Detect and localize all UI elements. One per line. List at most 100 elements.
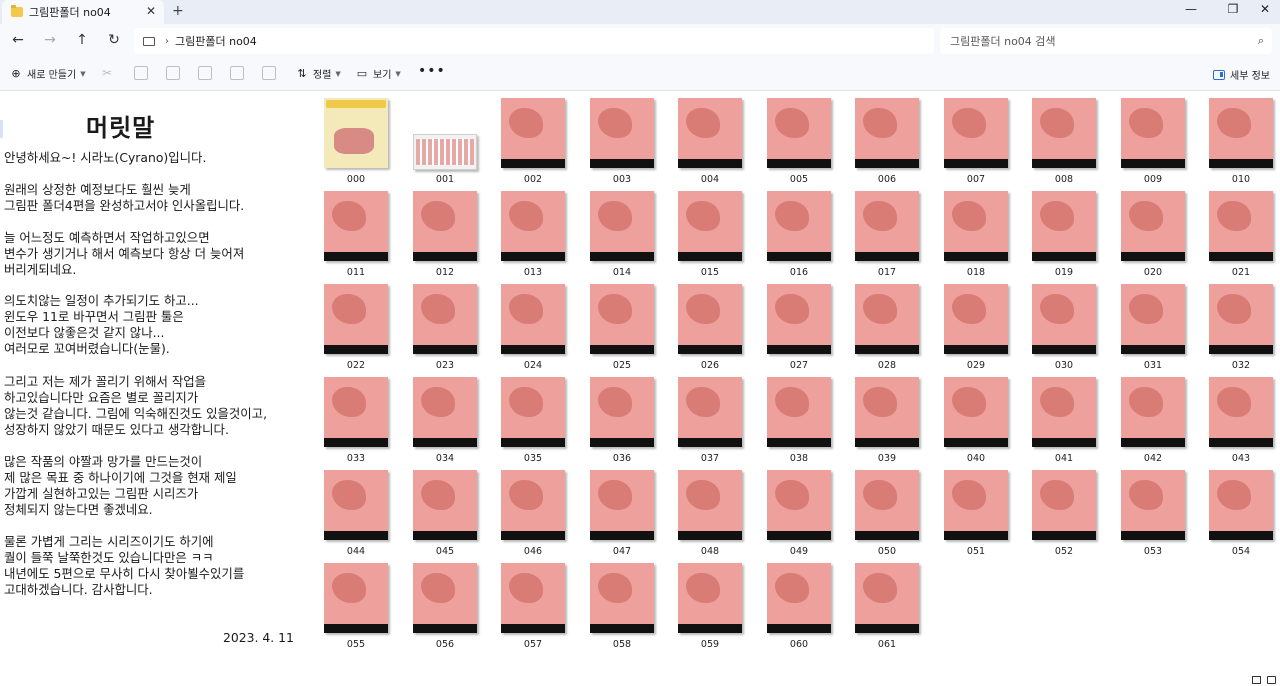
details-view-toggle[interactable]: [1252, 676, 1261, 684]
new-tab-button[interactable]: +: [172, 3, 184, 19]
file-thumbnail[interactable]: 031: [1115, 280, 1203, 374]
chevron-right-icon[interactable]: ›: [165, 36, 169, 47]
breadcrumb[interactable]: 그림판폴더 no04: [175, 33, 257, 49]
file-thumbnail[interactable]: 009: [1115, 94, 1203, 188]
address-bar[interactable]: › 그림판폴더 no04: [134, 28, 934, 54]
file-thumbnail[interactable]: 018: [938, 187, 1026, 281]
thumbnail-image: [1032, 284, 1096, 354]
file-thumbnail[interactable]: 052: [1026, 466, 1114, 560]
file-thumbnail[interactable]: 032: [1203, 280, 1280, 374]
file-thumbnail[interactable]: 046: [495, 466, 583, 560]
file-thumbnail[interactable]: 029: [938, 280, 1026, 374]
file-thumbnail[interactable]: 057: [495, 559, 583, 653]
file-thumbnail[interactable]: 054: [1203, 466, 1280, 560]
file-thumbnail[interactable]: 061: [849, 559, 937, 653]
file-thumbnail[interactable]: 036: [584, 373, 672, 467]
folder-icon: [11, 5, 23, 17]
file-thumbnail[interactable]: 007: [938, 94, 1026, 188]
refresh-icon[interactable]: ↻: [104, 32, 124, 48]
file-thumbnail[interactable]: 011: [318, 187, 406, 281]
file-thumbnail[interactable]: 050: [849, 466, 937, 560]
file-thumbnail[interactable]: 027: [761, 280, 849, 374]
file-thumbnail[interactable]: 049: [761, 466, 849, 560]
file-thumbnail[interactable]: 010: [1203, 94, 1280, 188]
file-thumbnail[interactable]: 041: [1026, 373, 1114, 467]
file-thumbnail[interactable]: 024: [495, 280, 583, 374]
file-thumbnail[interactable]: 043: [1203, 373, 1280, 467]
file-thumbnail[interactable]: 014: [584, 187, 672, 281]
file-thumbnail[interactable]: 002: [495, 94, 583, 188]
copy-icon[interactable]: [134, 66, 148, 80]
file-thumbnail[interactable]: 040: [938, 373, 1026, 467]
maximize-button[interactable]: ❐: [1218, 2, 1248, 16]
file-name: 041: [1054, 453, 1074, 464]
search-input[interactable]: 그림판폴더 no04 검색 ⌕: [940, 28, 1272, 54]
thumbnail-image: [1121, 377, 1185, 447]
new-button[interactable]: ⊕ 새로 만들기 ▼: [10, 66, 85, 81]
file-thumbnail[interactable]: 051: [938, 466, 1026, 560]
file-thumbnail[interactable]: 015: [672, 187, 760, 281]
file-thumbnail[interactable]: 019: [1026, 187, 1114, 281]
file-thumbnail[interactable]: 042: [1115, 373, 1203, 467]
file-thumbnail[interactable]: 053: [1115, 466, 1203, 560]
file-thumbnail[interactable]: 017: [849, 187, 937, 281]
file-thumbnail[interactable]: 055: [318, 559, 406, 653]
file-thumbnail[interactable]: 038: [761, 373, 849, 467]
file-thumbnail[interactable]: 020: [1115, 187, 1203, 281]
rename-icon[interactable]: [198, 66, 212, 80]
file-thumbnail[interactable]: 035: [495, 373, 583, 467]
view-button[interactable]: ▭ 보기 ▼: [356, 66, 401, 81]
file-thumbnail[interactable]: 025: [584, 280, 672, 374]
tab-folder[interactable]: 그림판폴더 no04 ✕: [2, 0, 164, 24]
up-icon[interactable]: ↑: [72, 32, 92, 48]
close-tab-icon[interactable]: ✕: [146, 4, 156, 18]
thumbnail-image: [678, 284, 742, 354]
file-thumbnail[interactable]: 028: [849, 280, 937, 374]
file-thumbnail[interactable]: 030: [1026, 280, 1114, 374]
close-window-button[interactable]: ✕: [1250, 2, 1280, 16]
thumbnail-image: [590, 191, 654, 261]
file-name: 024: [523, 360, 543, 371]
file-thumbnail[interactable]: 006: [849, 94, 937, 188]
file-thumbnail[interactable]: 022: [318, 280, 406, 374]
text-line: 퀄이 들쭉 날쭉한것도 있습니다만은 ㅋㅋ: [4, 550, 214, 565]
sort-button[interactable]: ⇅ 정렬 ▼: [296, 66, 340, 81]
file-thumbnail[interactable]: 003: [584, 94, 672, 188]
file-thumbnail[interactable]: 058: [584, 559, 672, 653]
cut-icon[interactable]: ✂: [102, 66, 116, 80]
text-line: 늘 어느정도 예측하면서 작업하고있으면: [4, 230, 210, 245]
file-thumbnail[interactable]: 000: [318, 94, 406, 188]
file-thumbnail[interactable]: 026: [672, 280, 760, 374]
file-thumbnail[interactable]: 021: [1203, 187, 1280, 281]
file-thumbnail[interactable]: 033: [318, 373, 406, 467]
file-thumbnail[interactable]: 005: [761, 94, 849, 188]
text-line: 많은 작품의 야짤과 망가를 만드는것이: [4, 454, 203, 469]
forward-icon[interactable]: →: [40, 32, 60, 48]
file-thumbnail[interactable]: 045: [407, 466, 495, 560]
file-thumbnail[interactable]: 034: [407, 373, 495, 467]
file-thumbnail[interactable]: 013: [495, 187, 583, 281]
file-thumbnail[interactable]: 037: [672, 373, 760, 467]
file-thumbnail[interactable]: 016: [761, 187, 849, 281]
file-thumbnail[interactable]: 056: [407, 559, 495, 653]
file-thumbnail[interactable]: 004: [672, 94, 760, 188]
delete-icon[interactable]: [262, 66, 276, 80]
file-thumbnail[interactable]: 048: [672, 466, 760, 560]
file-name: 061: [877, 639, 897, 650]
more-options-button[interactable]: •••: [418, 63, 446, 79]
file-thumbnail[interactable]: 012: [407, 187, 495, 281]
file-thumbnail[interactable]: 008: [1026, 94, 1114, 188]
file-thumbnail[interactable]: 060: [761, 559, 849, 653]
share-icon[interactable]: [230, 66, 244, 80]
file-thumbnail[interactable]: 047: [584, 466, 672, 560]
file-thumbnail[interactable]: 059: [672, 559, 760, 653]
back-icon[interactable]: ←: [8, 32, 28, 48]
paste-icon[interactable]: [166, 66, 180, 80]
file-thumbnail[interactable]: 044: [318, 466, 406, 560]
details-pane-button[interactable]: 세부 정보: [1213, 67, 1270, 82]
thumbnail-view-toggle[interactable]: [1267, 676, 1276, 684]
minimize-button[interactable]: —: [1176, 2, 1206, 16]
file-thumbnail[interactable]: 023: [407, 280, 495, 374]
file-thumbnail[interactable]: 039: [849, 373, 937, 467]
file-thumbnail[interactable]: 001: [407, 94, 495, 188]
